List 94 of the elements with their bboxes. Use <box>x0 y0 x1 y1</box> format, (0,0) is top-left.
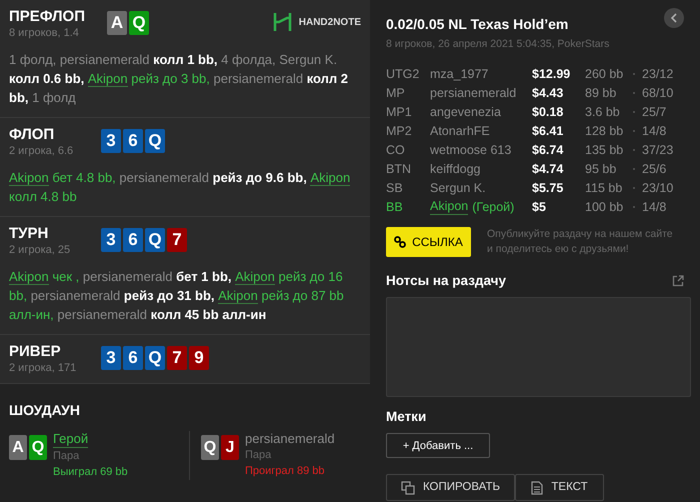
player-name: keiffdogg <box>430 160 481 178</box>
street-title: ФЛОП <box>9 126 56 144</box>
player-name: wetmoose 613 <box>430 142 512 159</box>
back-button[interactable] <box>664 8 684 28</box>
stack-amount: $6.41 <box>532 122 564 140</box>
stack-bb: 89 bb <box>585 84 618 102</box>
share-text: Опубликуйте раздачу на нашем сайте и поделитесь ею с друзьями! <box>487 226 674 257</box>
street-info: 8 игроков, 1.4 <box>9 26 80 40</box>
player-stats: 68/10 <box>642 84 674 102</box>
playing-card: Q <box>145 129 165 153</box>
stack-bb: 95 bb <box>585 160 618 178</box>
stack-bb: 100 bb <box>585 198 624 216</box>
text-button[interactable]: ТЕКСТ <box>515 474 604 502</box>
copy-button[interactable]: КОПИРОВАТЬ <box>386 474 515 502</box>
playing-card: 3 <box>101 228 121 252</box>
hand-rank: Пара <box>53 449 80 464</box>
playing-card: Q <box>145 228 165 252</box>
link-icon <box>394 236 406 248</box>
player-name: Sergun K. <box>430 180 486 197</box>
chevron-left-icon <box>670 13 678 23</box>
stack-bb: 135 bb <box>585 142 624 159</box>
seat-position: MP <box>386 84 406 102</box>
seat-position: BB <box>386 198 404 216</box>
tags-title: Метки <box>386 408 428 426</box>
player-name: Akipon <box>430 198 468 215</box>
player-name: AtonarhFE <box>430 122 490 140</box>
link-button[interactable]: ССЫЛКА <box>386 226 471 257</box>
stack-amount: $5.75 <box>532 180 564 197</box>
logo-icon <box>272 12 293 32</box>
player-stats: 23/12 <box>642 66 674 83</box>
playing-card: 9 <box>189 346 209 370</box>
player-stats: 14/8 <box>642 122 666 140</box>
playing-card: 6 <box>123 228 143 252</box>
playing-card: A <box>107 11 127 35</box>
hero-label: (Герой) <box>472 198 514 216</box>
result-text: Проиграл 89 bb <box>245 464 326 479</box>
stack-amount: $4.43 <box>532 84 564 102</box>
stack-bb: 260 bb <box>585 66 624 83</box>
stack-bb: 115 bb <box>585 180 624 197</box>
result-text: Выиграл 69 bb <box>53 465 128 480</box>
player-name: Герой <box>53 431 88 448</box>
stack-amount: $6.74 <box>532 142 564 159</box>
seat-position: SB <box>386 180 404 197</box>
stack-amount: $12.99 <box>532 66 572 83</box>
add-tag-button[interactable]: + Добавить ... <box>386 433 490 458</box>
player-name: persianemerald <box>430 84 516 102</box>
player-stats: 14/8 <box>642 198 666 216</box>
action-text: 1 фолд, persianemerald колл 1 bb, 4 фолда, Sergun K. колл 0.6 bb, Akipon рейз до 3 bb, persianemerald колл 2 bb, 1 фолд <box>9 51 350 107</box>
playing-card: 6 <box>123 129 143 153</box>
playing-card: 6 <box>123 346 143 370</box>
seat-position: UTG2 <box>386 66 420 83</box>
seat-position: MP1 <box>386 104 413 121</box>
stack-amount: $0.18 <box>532 104 564 121</box>
street-title: ТУРН <box>9 225 50 243</box>
logo-text: HAND2NOTE <box>298 16 361 30</box>
seat-position: BTN <box>386 160 412 178</box>
stack-amount: $4.74 <box>532 160 564 178</box>
player-name: mza_1977 <box>430 66 488 83</box>
stack-amount: $5 <box>532 198 547 216</box>
copy-icon <box>400 480 415 495</box>
game-info: 8 игроков, 26 апреля 2021 5:04:35, PokerStars <box>386 37 610 52</box>
game-title: 0.02/0.05 NL Texas Hold’em <box>386 15 568 34</box>
notes-title: Нотсы на раздачу <box>386 272 506 290</box>
seat-position: MP2 <box>386 122 413 140</box>
playing-card: Q <box>201 435 219 460</box>
playing-card: A <box>9 435 27 460</box>
player-name: angevenezia <box>430 104 501 121</box>
player-stats: 25/7 <box>642 104 666 121</box>
showdown-title: ШОУДАУН <box>9 401 81 420</box>
playing-card: Q <box>29 435 47 460</box>
playing-card: Q <box>129 11 149 35</box>
playing-card: Q <box>145 346 165 370</box>
street-title: РИВЕР <box>9 343 62 361</box>
playing-card: 7 <box>167 228 187 252</box>
action-text: Akipon бет 4.8 bb, persianemerald рейз до 9.6 bb, Akipon колл 4.8 bb <box>9 169 352 206</box>
player-stats: 23/10 <box>642 180 674 197</box>
playing-card: 7 <box>167 346 187 370</box>
stack-bb: 3.6 bb <box>585 104 621 121</box>
playing-card: 3 <box>101 129 121 153</box>
action-text: Akipon чек , persianemerald бет 1 bb, Akipon рейз до 16 bb, persianemerald рейз до 31 bb, Akipon рейз до 87 bb алл-ин, persianemerald колл 45 bb алл-ин <box>9 268 345 324</box>
player-stats: 25/6 <box>642 160 666 178</box>
player-stats: 37/23 <box>642 142 674 159</box>
hand-rank: Пара <box>245 448 272 463</box>
street-title: ПРЕФЛОП <box>9 8 86 26</box>
seat-position: CO <box>386 142 406 159</box>
player-name: persianemerald <box>245 431 335 447</box>
street-info: 2 игрока, 25 <box>9 243 72 257</box>
stack-bb: 128 bb <box>585 122 624 140</box>
external-link-icon[interactable] <box>672 274 684 287</box>
playing-card: J <box>221 435 239 460</box>
playing-card: 3 <box>101 346 121 370</box>
street-info: 2 игрока, 171 <box>9 361 78 375</box>
street-info: 2 игрока, 6.6 <box>9 144 74 158</box>
document-icon <box>531 480 544 495</box>
